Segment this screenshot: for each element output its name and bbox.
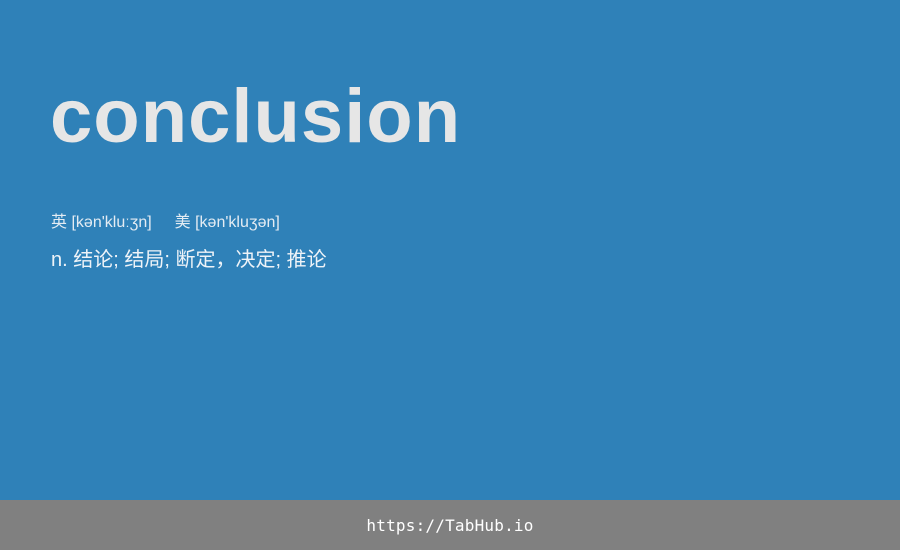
headword: conclusion	[50, 74, 462, 159]
us-phonetic: [kən'kluʒən]	[195, 214, 280, 231]
tabhub-link[interactable]: https://TabHub.io	[366, 516, 533, 535]
uk-label: 英	[51, 214, 68, 231]
footer-bar: https://TabHub.io	[0, 500, 900, 550]
phonetics-row: 英 [kən'kluːʒn] 美 [kən'kluʒən]	[51, 212, 280, 234]
definition: n. 结论; 结局; 断定，决定; 推论	[51, 249, 327, 271]
word-card: conclusion 英 [kən'kluːʒn] 美 [kən'kluʒən]…	[0, 0, 900, 500]
uk-phonetic: [kən'kluːʒn]	[71, 214, 152, 231]
us-label: 美	[174, 214, 191, 231]
